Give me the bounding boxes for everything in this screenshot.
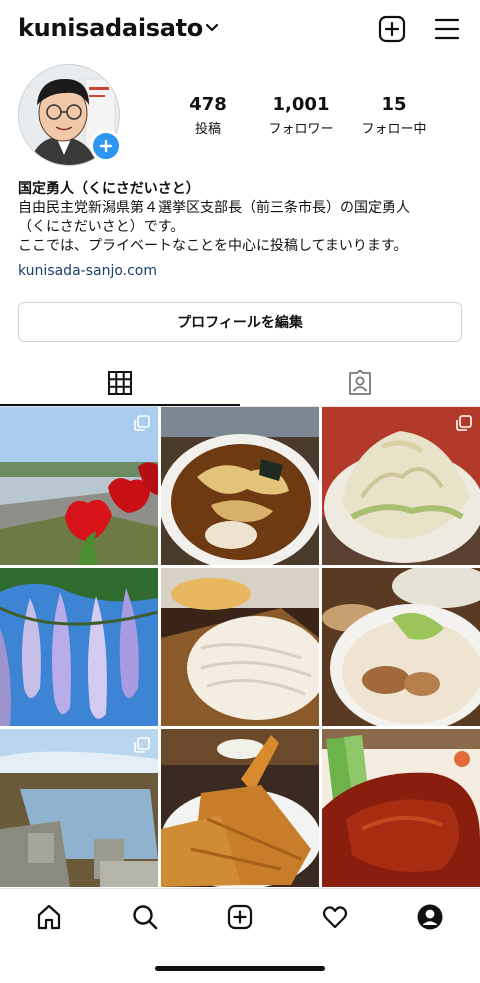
nav-search[interactable] bbox=[129, 901, 161, 933]
tagged-icon bbox=[349, 369, 371, 395]
post-thumbnail[interactable] bbox=[322, 729, 480, 887]
posts-count-label: 投稿 bbox=[194, 122, 221, 137]
followers-count[interactable]: 1,001 フォロワー bbox=[257, 94, 345, 137]
bio-line-3: ここでは、プライベートなことを中心に投稿してまいります。 bbox=[18, 238, 408, 254]
chevron-down-icon[interactable] bbox=[204, 20, 220, 36]
home-indicator bbox=[155, 966, 325, 971]
post-thumbnail[interactable] bbox=[322, 568, 480, 726]
katsu-curry-photo bbox=[322, 729, 480, 887]
bio-line-2: （くにさだいさと）です。 bbox=[18, 219, 185, 235]
profile-username[interactable]: kunisadaisato bbox=[18, 14, 203, 42]
home-icon bbox=[37, 904, 61, 930]
post-thumbnail[interactable] bbox=[0, 729, 158, 887]
nav-profile[interactable] bbox=[414, 901, 446, 933]
profile-display-name: 国定勇人（くにさだいさと） bbox=[18, 181, 200, 197]
tab-tagged[interactable] bbox=[240, 360, 480, 406]
post-thumbnail[interactable] bbox=[161, 729, 319, 887]
posts-count-value: 478 bbox=[189, 94, 227, 115]
profile-icon bbox=[417, 904, 443, 930]
multi-photo-icon bbox=[134, 737, 150, 753]
nav-activity[interactable] bbox=[319, 901, 351, 933]
profile-bio: 国定勇人（くにさだいさと） 自由民主党新潟県第４選挙区支部長（前三条市長）の国定… bbox=[18, 180, 463, 281]
add-story-icon[interactable] bbox=[90, 130, 122, 162]
menu-icon[interactable] bbox=[432, 14, 462, 44]
active-tab-indicator bbox=[0, 404, 240, 406]
activity-icon bbox=[322, 906, 348, 929]
bio-line-1: 自由民主党新潟県第４選挙区支部長（前三条市長）の国定勇人 bbox=[18, 200, 410, 216]
new-post-icon[interactable] bbox=[377, 14, 407, 44]
nav-home[interactable] bbox=[33, 901, 65, 933]
following-count-value: 15 bbox=[381, 94, 407, 115]
multi-photo-icon bbox=[134, 415, 150, 431]
nav-create[interactable] bbox=[224, 901, 256, 933]
posts-grid bbox=[0, 407, 480, 887]
post-thumbnail[interactable] bbox=[0, 407, 158, 565]
ramen-tonkotsu-photo bbox=[322, 568, 480, 726]
search-icon bbox=[133, 905, 158, 930]
tab-posts-grid[interactable] bbox=[0, 360, 240, 406]
wisteria-photo bbox=[0, 568, 158, 726]
followers-count-label: フォロワー bbox=[268, 122, 334, 137]
posts-count[interactable]: 478 投稿 bbox=[164, 94, 252, 137]
zaru-udon-photo bbox=[161, 568, 319, 726]
following-count[interactable]: 15 フォロー中 bbox=[350, 94, 438, 137]
edit-profile-button[interactable]: プロフィールを編集 bbox=[18, 302, 462, 342]
following-count-label: フォロー中 bbox=[361, 122, 427, 137]
multi-photo-icon bbox=[456, 415, 472, 431]
post-thumbnail[interactable] bbox=[0, 568, 158, 726]
fried-shrimp-cutlet-photo bbox=[161, 729, 319, 887]
bottom-navigation bbox=[0, 888, 480, 947]
grid-icon bbox=[108, 371, 132, 395]
ramen-shoyu-photo bbox=[161, 407, 319, 565]
post-thumbnail[interactable] bbox=[161, 568, 319, 726]
bio-website-link[interactable]: kunisada-sanjo.com bbox=[18, 262, 463, 281]
followers-count-value: 1,001 bbox=[272, 94, 330, 115]
post-thumbnail[interactable] bbox=[161, 407, 319, 565]
profile-avatar[interactable] bbox=[18, 64, 122, 166]
create-icon bbox=[227, 904, 253, 930]
post-thumbnail[interactable] bbox=[322, 407, 480, 565]
